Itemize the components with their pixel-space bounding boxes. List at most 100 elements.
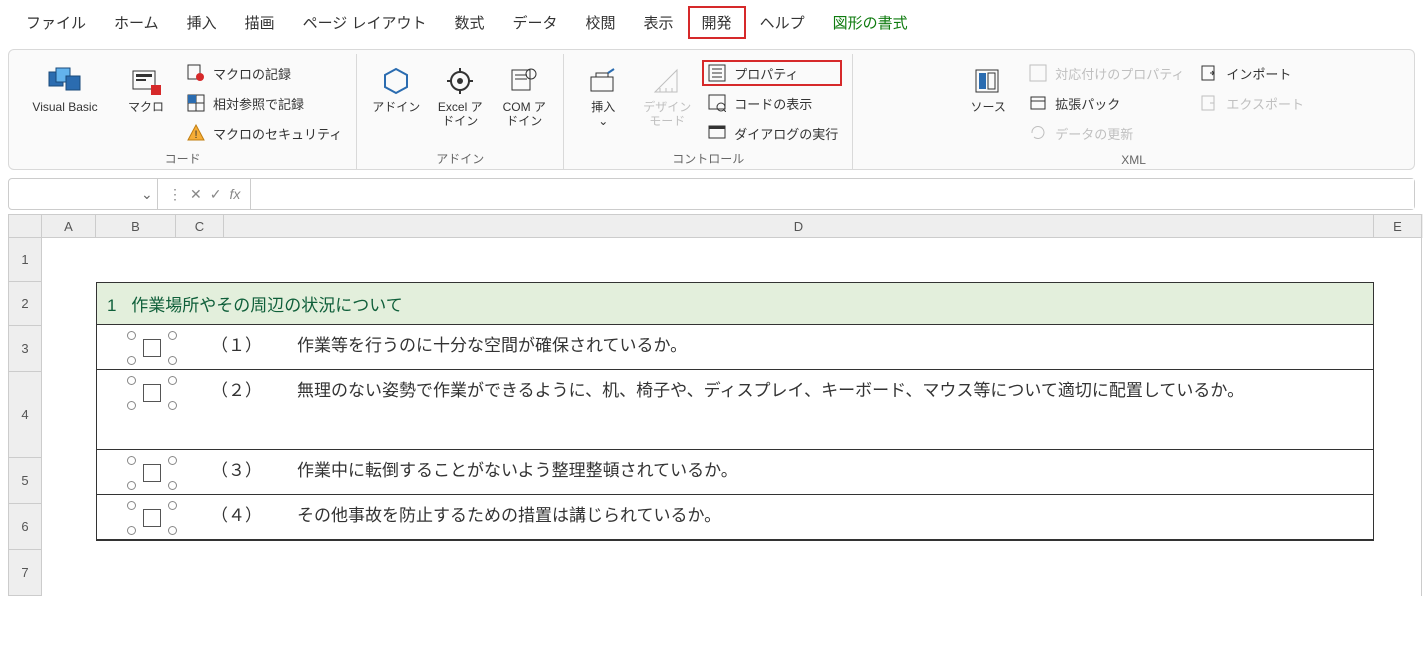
selection-handle[interactable] (168, 376, 177, 385)
menu-review[interactable]: 校閲 (572, 6, 630, 39)
addins-button[interactable]: アドイン (367, 60, 425, 118)
col-header-E[interactable]: E (1374, 214, 1422, 238)
menu-formulas[interactable]: 数式 (440, 6, 498, 39)
menu-help[interactable]: ヘルプ (746, 6, 819, 39)
group-label-controls: コントロール (672, 150, 744, 167)
formula-input-area[interactable] (250, 178, 1415, 210)
run-dialog-button[interactable]: ダイアログの実行 (702, 120, 842, 146)
selection-handle[interactable] (168, 331, 177, 340)
vb-icon (48, 64, 82, 98)
item-number: （１） (207, 331, 297, 356)
selection-handle[interactable] (168, 501, 177, 510)
group-label-addins: アドイン (436, 150, 484, 167)
selection-handle[interactable] (127, 501, 136, 510)
selection-handle[interactable] (127, 481, 136, 490)
properties-icon (706, 62, 728, 84)
checklist-table: 1 作業場所やその周辺の状況について （１）作業等を行うのに十分な空間が確保され… (96, 282, 1374, 541)
name-box-dropdown[interactable]: ⌄ (137, 186, 157, 203)
dialog-icon (706, 122, 728, 144)
menu-developer[interactable]: 開発 (688, 6, 746, 39)
menu-draw[interactable]: 描画 (231, 6, 289, 39)
item-number: （３） (207, 456, 297, 481)
design-mode-button[interactable]: デザイン モード (638, 60, 696, 133)
selection-handle[interactable] (168, 526, 177, 535)
row-header-2[interactable]: 2 (8, 282, 42, 326)
expansion-pack-button[interactable]: 拡張パック (1023, 90, 1188, 116)
macro-icon (131, 64, 161, 98)
item-number: （２） (207, 376, 297, 401)
menu-dots-icon[interactable]: ⋮ (168, 186, 182, 203)
record-icon (185, 62, 207, 84)
row-header-6[interactable]: 6 (8, 504, 42, 550)
menu-data[interactable]: データ (499, 6, 572, 39)
menu-home[interactable]: ホーム (100, 6, 173, 39)
selection-handle[interactable] (168, 356, 177, 365)
checkbox-icon[interactable] (143, 464, 161, 482)
menu-page-layout[interactable]: ページ レイアウト (289, 6, 441, 39)
row-headers: 1234567 (8, 238, 42, 596)
checkbox-control[interactable] (127, 378, 177, 408)
ribbon-group-controls: 挿入⌄ デザイン モード プロパティ コードの表示 ダイアログの実行 (564, 54, 853, 169)
selection-handle[interactable] (127, 401, 136, 410)
sheet-area[interactable]: 1 作業場所やその周辺の状況について （１）作業等を行うのに十分な空間が確保され… (42, 238, 1422, 596)
row-header-5[interactable]: 5 (8, 458, 42, 504)
insert-control-button[interactable]: 挿入⌄ (574, 60, 632, 133)
select-all-corner[interactable] (8, 214, 42, 238)
section-title: 作業場所やその周辺の状況について (131, 296, 403, 315)
visual-basic-button[interactable]: Visual Basic (19, 60, 111, 118)
list-gear-icon (509, 64, 539, 98)
excel-addins-button[interactable]: Excel アドイン (431, 60, 489, 133)
col-header-D[interactable]: D (224, 214, 1374, 238)
group-label-xml: XML (1121, 153, 1146, 167)
enter-icon[interactable]: ✓ (210, 186, 222, 203)
selection-handle[interactable] (127, 376, 136, 385)
row-header-7[interactable]: 7 (8, 550, 42, 596)
col-header-C[interactable]: C (176, 214, 224, 238)
cancel-icon[interactable]: ✕ (190, 186, 202, 203)
col-header-B[interactable]: B (96, 214, 176, 238)
expansion-icon (1027, 92, 1049, 114)
selection-handle[interactable] (127, 356, 136, 365)
checkbox-icon[interactable] (143, 509, 161, 527)
relative-reference-button[interactable]: 相対参照で記録 (181, 90, 346, 116)
col-header-A[interactable]: A (42, 214, 96, 238)
checkbox-control[interactable] (127, 333, 177, 363)
fx-icon[interactable]: fx (229, 186, 240, 202)
checkbox-control[interactable] (127, 458, 177, 488)
macro-security-button[interactable]: ! マクロのセキュリティ (181, 120, 346, 146)
refresh-data-button: データの更新 (1023, 120, 1188, 146)
xml-source-button[interactable]: ソース (959, 60, 1017, 118)
row-header-3[interactable]: 3 (8, 326, 42, 372)
import-button[interactable]: インポート (1194, 60, 1308, 86)
checkbox-icon[interactable] (143, 339, 161, 357)
export-button: エクスポート (1194, 90, 1308, 116)
code-icon (706, 92, 728, 114)
menu-shape-format[interactable]: 図形の書式 (819, 6, 922, 39)
checkbox-icon[interactable] (143, 384, 161, 402)
ribbon: Visual Basic マクロ マクロの記録 相対参照で記録 ! (8, 49, 1415, 170)
menu-view[interactable]: 表示 (630, 6, 688, 39)
ribbon-group-code: Visual Basic マクロ マクロの記録 相対参照で記録 ! (9, 54, 357, 169)
properties-button[interactable]: プロパティ (702, 60, 842, 86)
export-icon (1198, 92, 1220, 114)
selection-handle[interactable] (127, 331, 136, 340)
record-macro-button[interactable]: マクロの記録 (181, 60, 346, 86)
menu-file[interactable]: ファイル (12, 6, 100, 39)
name-box[interactable]: ⌄ (8, 178, 158, 210)
com-addins-button[interactable]: COM アドイン (495, 60, 553, 133)
row-header-1[interactable]: 1 (8, 238, 42, 282)
name-box-input[interactable] (9, 187, 137, 202)
map-props-icon (1027, 62, 1049, 84)
row-header-4[interactable]: 4 (8, 372, 42, 458)
view-code-button[interactable]: コードの表示 (702, 90, 842, 116)
hexagon-icon (381, 64, 411, 98)
selection-handle[interactable] (168, 481, 177, 490)
selection-handle[interactable] (127, 526, 136, 535)
menu-insert[interactable]: 挿入 (173, 6, 231, 39)
selection-handle[interactable] (168, 401, 177, 410)
selection-handle[interactable] (168, 456, 177, 465)
formula-input[interactable] (251, 179, 1414, 209)
macros-button[interactable]: マクロ (117, 60, 175, 118)
checkbox-control[interactable] (127, 503, 177, 533)
selection-handle[interactable] (127, 456, 136, 465)
